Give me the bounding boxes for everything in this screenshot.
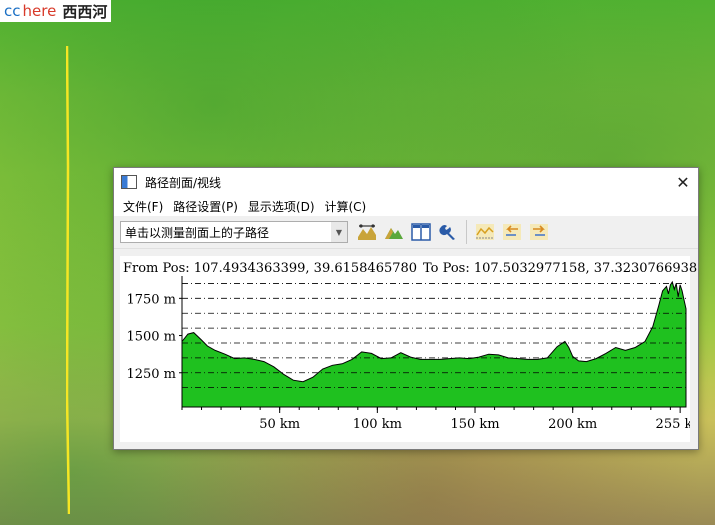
profile-chart-panel[interactable]: From Pos: 107.4934363399, 39.6158465780 … xyxy=(120,256,697,442)
swap-left-icon[interactable] xyxy=(500,220,524,244)
x-tick-label: 200 km xyxy=(548,417,597,432)
x-tick-label: 50 km xyxy=(259,417,300,432)
x-tick-label: 255 km xyxy=(656,417,690,432)
toolbar-separator xyxy=(466,220,467,244)
logo-cc-text: cc xyxy=(4,2,21,20)
wrench-icon[interactable] xyxy=(436,220,460,244)
y-tick-label: 1750 m xyxy=(126,292,176,307)
toolbar: 单击以测量剖面上的子路径 ▼ xyxy=(114,216,698,249)
x-tick-label: 150 km xyxy=(450,417,499,432)
logo-here-text: here xyxy=(22,2,57,20)
title-bar[interactable]: 路径剖面/视线 ✕ xyxy=(114,168,698,196)
close-button[interactable]: ✕ xyxy=(668,168,698,196)
menu-display-options[interactable]: 显示选项(D) xyxy=(243,198,320,215)
menu-file[interactable]: 文件(F) xyxy=(118,198,168,215)
window-app-icon xyxy=(121,175,137,189)
y-tick-label: 1500 m xyxy=(126,330,176,345)
menu-calculate[interactable]: 计算(C) xyxy=(320,198,372,215)
profile-settings-icon[interactable] xyxy=(355,220,379,244)
path-profile-window: 路径剖面/视线 ✕ 文件(F) 路径设置(P) 显示选项(D) 计算(C) 单击… xyxy=(113,167,699,450)
profile-path-line[interactable] xyxy=(66,46,70,514)
menu-bar: 文件(F) 路径设置(P) 显示选项(D) 计算(C) xyxy=(114,196,698,216)
watermark-logo: cc here 西西河 xyxy=(0,0,112,22)
terrain-icon[interactable] xyxy=(382,220,406,244)
swap-right-icon[interactable] xyxy=(527,220,551,244)
logo-cn-text: 西西河 xyxy=(62,2,108,21)
measure-mode-value: 单击以测量剖面上的子路径 xyxy=(125,225,270,240)
x-tick-label: 100 km xyxy=(353,417,402,432)
window-title: 路径剖面/视线 xyxy=(145,175,222,190)
y-tick-label: 1250 m xyxy=(126,367,176,382)
split-view-icon[interactable] xyxy=(409,220,433,244)
chevron-down-icon[interactable]: ▼ xyxy=(331,222,347,242)
elevation-profile-chart[interactable]: 1250 m 1500 m 1750 m 50 km 100 km 150 km 200 k… xyxy=(120,274,690,442)
measure-mode-select[interactable]: 单击以测量剖面上的子路径 ▼ xyxy=(120,221,348,243)
profile-chart-icon[interactable] xyxy=(473,220,497,244)
menu-path-settings[interactable]: 路径设置(P) xyxy=(168,198,243,215)
